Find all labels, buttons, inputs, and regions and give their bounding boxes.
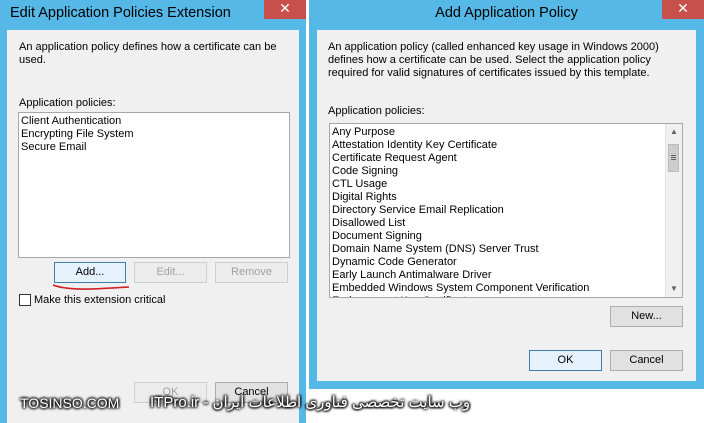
list-item[interactable]: Endorsement Key Certificate [330, 295, 666, 297]
list-item[interactable]: Directory Service Email Replication [330, 204, 666, 217]
list-item[interactable]: Client Authentication [19, 115, 289, 128]
watermark-left: TOSINSO.COM [20, 395, 120, 411]
list-item[interactable]: Secure Email [19, 141, 289, 154]
policies-label: Application policies: [328, 105, 425, 117]
close-button[interactable]: ✕ [264, 0, 306, 19]
vertical-scrollbar[interactable]: ▲ ▼ [665, 124, 682, 297]
watermark-right: وب سایت تخصصی فناوری اطلاعات ایران - ITP… [150, 394, 471, 411]
ok-button[interactable]: OK [529, 350, 602, 371]
critical-checkbox[interactable] [19, 294, 31, 306]
list-item[interactable]: Any Purpose [330, 126, 666, 139]
title-bar[interactable]: Edit Application Policies Extension ✕ [0, 0, 306, 30]
application-policies-list[interactable]: Client Authentication Encrypting File Sys… [18, 112, 290, 258]
close-button[interactable]: ✕ [662, 0, 704, 19]
policies-label: Application policies: [19, 97, 116, 109]
red-underline-annotation [52, 284, 130, 290]
list-item[interactable]: Embedded Windows System Component Verifi… [330, 282, 666, 295]
close-icon: ✕ [677, 1, 689, 17]
scroll-thumb[interactable] [668, 144, 679, 172]
dialog-body: An application policy (called enhanced k… [317, 30, 696, 381]
list-item[interactable]: Attestation Identity Key Certificate [330, 139, 666, 152]
list-item[interactable]: Code Signing [330, 165, 666, 178]
application-policies-list[interactable]: Any Purpose Attestation Identity Key Cert… [329, 123, 683, 298]
dialog-body: An application policy defines how a cert… [7, 30, 299, 423]
edit-application-policies-dialog: Edit Application Policies Extension ✕ An… [0, 0, 306, 423]
new-button[interactable]: New... [610, 306, 683, 327]
scroll-down-arrow-icon[interactable]: ▼ [666, 281, 682, 297]
description-text: An application policy defines how a cert… [19, 41, 277, 66]
cancel-button[interactable]: Cancel [610, 350, 683, 371]
list-item[interactable]: Document Signing [330, 230, 666, 243]
edit-button[interactable]: Edit... [134, 262, 207, 283]
list-item[interactable]: Certificate Request Agent [330, 152, 666, 165]
list-item[interactable]: Encrypting File System [19, 128, 289, 141]
list-item[interactable]: Domain Name System (DNS) Server Trust [330, 243, 666, 256]
list-item[interactable]: Dynamic Code Generator [330, 256, 666, 269]
list-item[interactable]: Disallowed List [330, 217, 666, 230]
list-item[interactable]: Digital Rights [330, 191, 666, 204]
critical-label: Make this extension critical [34, 294, 166, 306]
add-application-policy-dialog: Add Application Policy ✕ An application … [309, 0, 704, 389]
dialog-title: Add Application Policy [435, 5, 578, 21]
list-item[interactable]: CTL Usage [330, 178, 666, 191]
description-text: An application policy (called enhanced k… [328, 41, 659, 79]
add-button[interactable]: Add... [54, 262, 126, 283]
close-icon: ✕ [279, 1, 291, 17]
dialog-title: Edit Application Policies Extension [10, 5, 231, 21]
list-item[interactable]: Early Launch Antimalware Driver [330, 269, 666, 282]
title-bar[interactable]: Add Application Policy ✕ [309, 0, 704, 30]
remove-button[interactable]: Remove [215, 262, 288, 283]
scroll-up-arrow-icon[interactable]: ▲ [666, 124, 682, 140]
